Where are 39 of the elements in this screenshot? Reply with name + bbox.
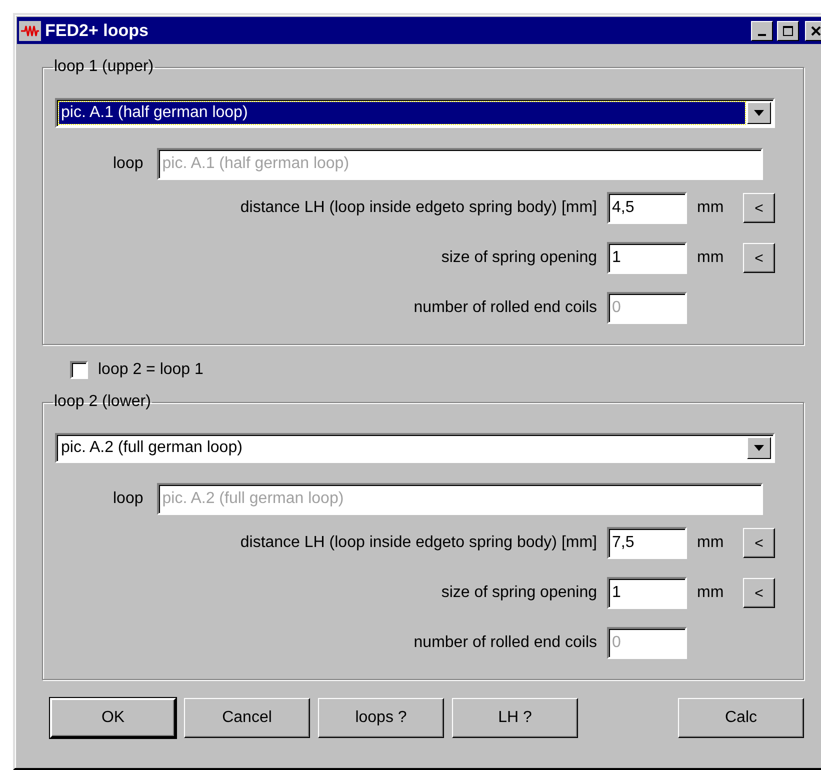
field-label: number of rolled end coils	[414, 299, 597, 317]
input-field[interactable]: 1	[607, 242, 687, 274]
dialog-button[interactable]: Calc	[678, 698, 804, 738]
dialog-button[interactable]: Cancel	[184, 698, 310, 738]
dialog-button[interactable]: LH ?	[452, 698, 578, 738]
maximize-button[interactable]	[777, 20, 799, 40]
field-label: size of spring opening	[441, 249, 597, 267]
take-value-button[interactable]: <	[743, 193, 775, 223]
take-value-button[interactable]: <	[743, 243, 775, 273]
field-label: loop	[113, 490, 144, 508]
unit-label: mm	[697, 249, 725, 267]
close-icon	[810, 24, 821, 36]
take-value-button[interactable]: <	[743, 578, 775, 608]
field-label: loop	[113, 155, 144, 173]
checkbox[interactable]	[70, 361, 88, 379]
spring-icon	[19, 20, 41, 40]
dialog-button[interactable]: loops ?	[318, 698, 444, 738]
loop-type-dropdown[interactable]: pic. A.2 (full german loop)	[55, 433, 775, 463]
window-title: FED2+ loops	[45, 20, 150, 40]
dialog-button[interactable]: OK	[50, 698, 176, 738]
checkbox-label: loop 2 = loop 1	[98, 361, 204, 379]
input-field[interactable]: 1	[607, 577, 687, 609]
unit-label: mm	[697, 199, 725, 217]
field-label: distance LH (loop inside edgeto spring body) [mm]	[240, 534, 597, 552]
minimize-button[interactable]	[751, 20, 773, 40]
minimize-icon	[758, 34, 766, 36]
unit-label: mm	[697, 534, 725, 552]
group-legend: loop 2 (lower)	[53, 393, 152, 411]
input-field[interactable]: 4,5	[607, 192, 687, 224]
loop-type-dropdown[interactable]: pic. A.1 (half german loop)	[55, 98, 775, 128]
field-label: number of rolled end coils	[414, 634, 597, 652]
input-field[interactable]: 7,5	[607, 527, 687, 559]
group-legend: loop 1 (upper)	[53, 58, 155, 76]
unit-label: mm	[697, 584, 725, 602]
maximize-icon	[782, 24, 794, 36]
field-label: size of spring opening	[441, 584, 597, 602]
take-value-button[interactable]: <	[743, 528, 775, 558]
close-button[interactable]	[805, 20, 821, 40]
field-label: distance LH (loop inside edgeto spring body) [mm]	[240, 199, 597, 217]
